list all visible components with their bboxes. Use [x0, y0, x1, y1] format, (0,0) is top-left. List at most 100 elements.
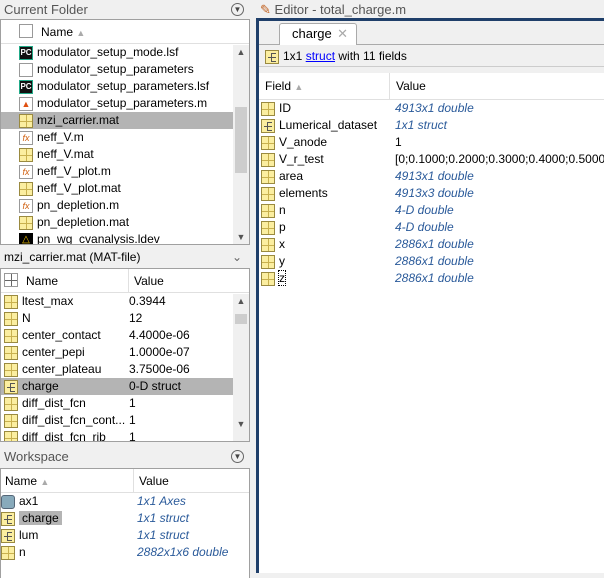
file-list-item[interactable]: modulator_setup_parameters — [1, 61, 233, 78]
workspace-variable-row[interactable]: ax1 1x1 Axes — [1, 493, 249, 510]
matfile-scrollbar[interactable]: ▲ ▼ — [233, 294, 249, 441]
scroll-up-icon[interactable]: ▲ — [233, 296, 249, 306]
matfile-variable-row[interactable]: charge 0-D struct — [1, 378, 233, 395]
editor-title: Editor - total_charge.m — [274, 2, 407, 17]
matfile-variable-row[interactable]: diff_dist_fcn_rib 1 — [1, 429, 233, 442]
panel-menu-icon[interactable]: ▼ — [231, 3, 244, 16]
struct-icon — [1, 511, 15, 526]
struct-field-row[interactable]: x 2886x1 double — [259, 236, 604, 253]
item-name: V_anode — [279, 135, 328, 149]
item-name: pn_wg_cvanalysis.ldev — [37, 232, 160, 244]
grid-icon — [4, 273, 18, 287]
mat-icon — [4, 362, 18, 377]
matfile-variable-row[interactable]: diff_dist_fcn_cont... 1 — [1, 412, 233, 429]
matfile-variable-row[interactable]: N 12 — [1, 310, 233, 327]
item-name: elements — [279, 186, 328, 200]
file-list-item[interactable]: neff_V_plot.mat — [1, 180, 233, 197]
struct-field-row[interactable]: ID 4913x1 double — [259, 100, 604, 117]
column-value[interactable]: Value — [128, 269, 164, 293]
item-value: 1 — [129, 396, 136, 410]
item-name: diff_dist_fcn_cont... — [22, 413, 126, 427]
struct-field-row[interactable]: z 2886x1 double — [259, 270, 604, 287]
field-header: Field ▲ Value — [259, 73, 604, 100]
matfile-variable-row[interactable]: center_plateau 3.7500e-06 — [1, 361, 233, 378]
item-value: 1x1 struct — [395, 118, 448, 132]
mat-icon — [261, 169, 275, 184]
workspace-variable-row[interactable]: lum 1x1 struct — [1, 527, 249, 544]
file-list-item[interactable]: mzi_carrier.mat — [1, 112, 233, 129]
current-folder-titlebar: Current Folder ▼ — [0, 0, 250, 19]
mat-icon — [261, 237, 275, 252]
struct-field-row[interactable]: p 4-D double — [259, 219, 604, 236]
item-name: neff_V_plot.mat — [37, 181, 121, 195]
struct-field-row[interactable]: area 4913x1 double — [259, 168, 604, 185]
chevron-down-icon[interactable]: ⌄ — [232, 246, 242, 268]
scroll-down-icon[interactable]: ▼ — [233, 232, 249, 242]
struct-field-row[interactable]: n 4-D double — [259, 202, 604, 219]
mat-icon — [19, 215, 33, 230]
item-name: y — [279, 254, 285, 268]
item-value: 1x1 struct — [137, 511, 190, 525]
column-name[interactable]: Name — [26, 269, 58, 293]
workspace-variable-row[interactable]: charge 1x1 struct — [1, 510, 249, 527]
file-list-item[interactable]: neff_V.mat — [1, 146, 233, 163]
item-name: center_plateau — [22, 362, 102, 376]
mat-icon — [4, 430, 18, 441]
tab-charge[interactable]: charge ✕ — [279, 23, 357, 45]
info-fields: with 11 fields — [335, 49, 407, 63]
mat-icon — [261, 186, 275, 201]
sort-ascending-icon: ▲ — [40, 477, 50, 487]
file-icon — [19, 62, 33, 77]
matfile-variable-row[interactable]: ltest_max 0.3944 — [1, 293, 233, 310]
item-name: area — [279, 169, 304, 183]
mat-icon — [261, 203, 275, 218]
sort-ascending-icon: ▲ — [76, 28, 86, 38]
file-list-item[interactable]: PC modulator_setup_mode.lsf — [1, 44, 233, 61]
file-list-item[interactable]: PC modulator_setup_parameters.lsf — [1, 78, 233, 95]
pc-icon: PC — [19, 79, 33, 94]
variable-editor: charge ✕ 1x1 struct with 11 fields Field… — [256, 18, 604, 573]
scroll-thumb[interactable] — [235, 107, 247, 173]
item-name: pn_depletion.m — [37, 198, 120, 212]
struct-field-row[interactable]: Lumerical_dataset 1x1 struct — [259, 117, 604, 134]
matfile-variable-row[interactable]: center_contact 4.4000e-06 — [1, 327, 233, 344]
column-name[interactable]: Name ▲ — [41, 20, 85, 45]
mat-icon — [19, 181, 33, 196]
scroll-up-icon[interactable]: ▲ — [233, 47, 249, 57]
panel-menu-icon[interactable]: ▼ — [231, 450, 244, 463]
column-value[interactable]: Value — [389, 73, 426, 100]
struct-icon — [265, 49, 279, 64]
struct-field-row[interactable]: y 2886x1 double — [259, 253, 604, 270]
item-value: 12 — [129, 311, 143, 325]
file-list-item[interactable]: ▲ modulator_setup_parameters.m — [1, 95, 233, 112]
file-list-item[interactable]: fx neff_V_plot.m — [1, 163, 233, 180]
column-name[interactable]: Name ▲ — [5, 469, 49, 494]
item-name: diff_dist_fcn_rib — [22, 430, 106, 442]
matfile-variable-row[interactable]: diff_dist_fcn 1 — [1, 395, 233, 412]
file-list-item[interactable]: fx neff_V.m — [1, 129, 233, 146]
mat-icon — [4, 311, 18, 326]
close-icon[interactable]: ✕ — [337, 24, 348, 44]
column-value[interactable]: Value — [133, 469, 169, 493]
file-list-item[interactable]: △ pn_wg_cvanalysis.ldev — [1, 231, 233, 244]
struct-field-row[interactable]: elements 4913x3 double — [259, 185, 604, 202]
matfile-variable-row[interactable]: center_pepi 1.0000e-07 — [1, 344, 233, 361]
struct-field-row[interactable]: V_r_test [0;0.1000;0.2000;0.3000;0.4000;0… — [259, 151, 604, 168]
mfile-icon: ▲ — [19, 96, 33, 111]
file-list-item[interactable]: pn_depletion.mat — [1, 214, 233, 231]
mat-icon — [261, 135, 275, 150]
axes-icon — [1, 494, 15, 509]
file-list-item[interactable]: fx pn_depletion.m — [1, 197, 233, 214]
item-name: modulator_setup_parameters.m — [37, 96, 208, 110]
item-value: 0-D struct — [129, 379, 182, 393]
scroll-thumb[interactable] — [235, 314, 247, 324]
column-field[interactable]: Field ▲ — [265, 73, 303, 101]
struct-field-row[interactable]: V_anode 1 — [259, 134, 604, 151]
file-list-scrollbar[interactable]: ▲ ▼ — [233, 45, 249, 244]
workspace-variable-row[interactable]: n 2882x1x6 double — [1, 544, 249, 561]
fx-icon: fx — [19, 198, 33, 213]
scroll-down-icon[interactable]: ▼ — [233, 419, 249, 429]
struct-link[interactable]: struct — [306, 49, 335, 63]
info-size: 1x1 — [283, 49, 306, 63]
item-name: neff_V.m — [37, 130, 84, 144]
